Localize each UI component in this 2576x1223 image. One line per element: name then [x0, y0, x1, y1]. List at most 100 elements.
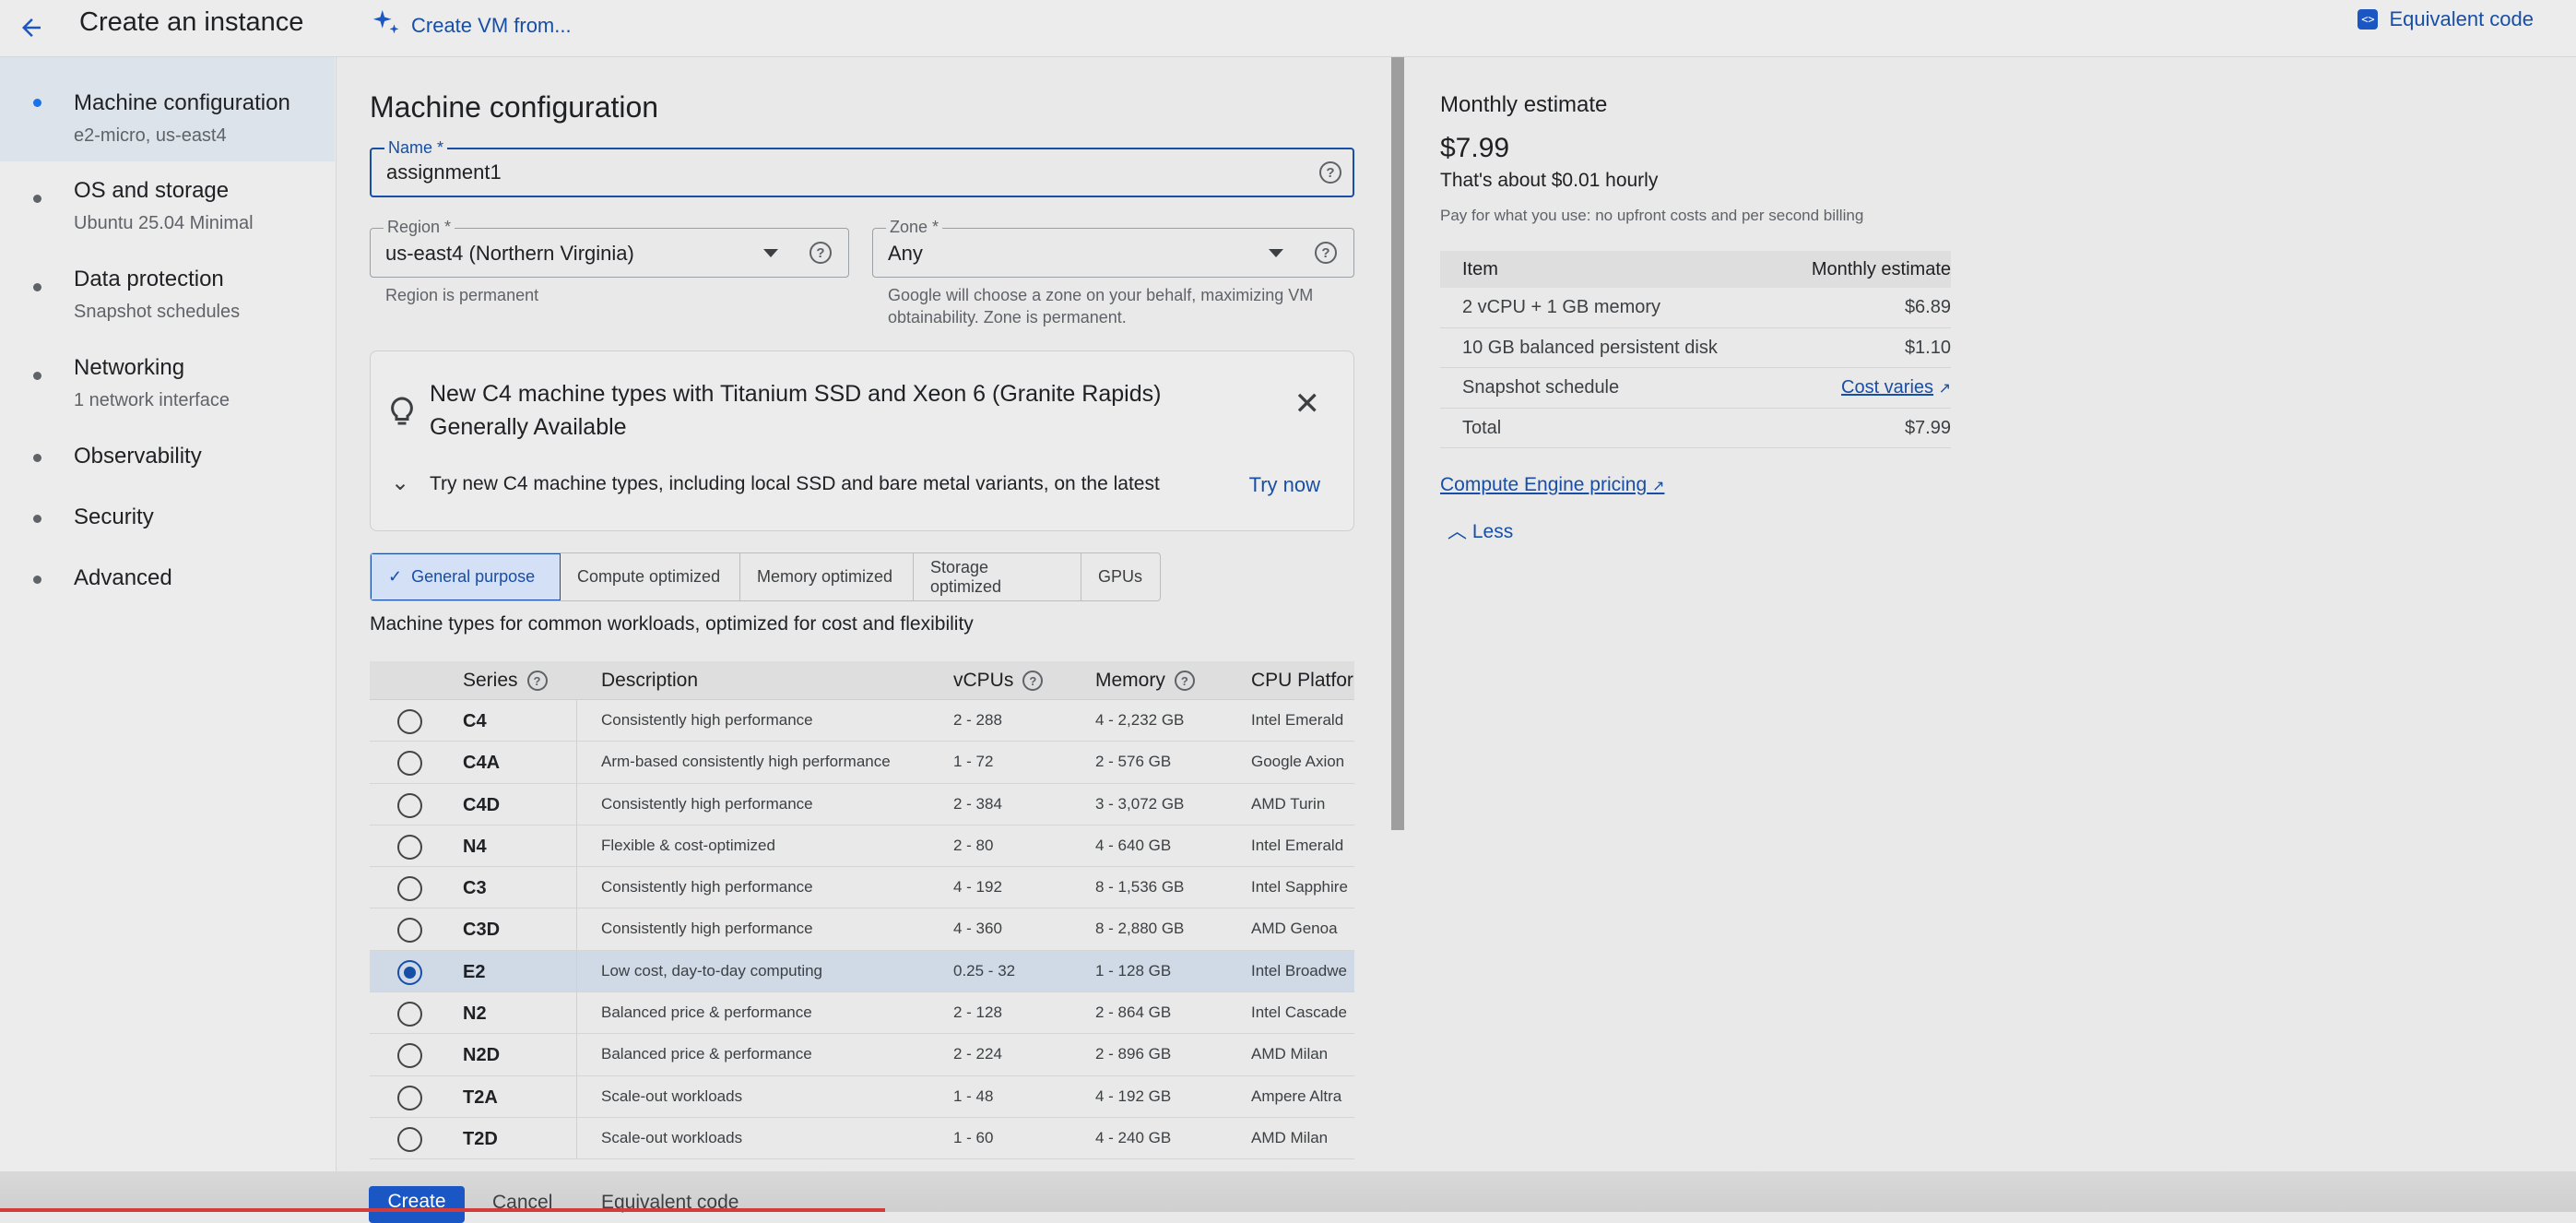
table-header: Series ? Description vCPUs ? Memory ? CP… [370, 661, 1354, 700]
series-radio[interactable] [397, 751, 422, 777]
cpu-platform-cell: Intel Broadwe [1251, 961, 1347, 980]
estimate-hourly: That's about $0.01 hourly [1440, 170, 1659, 191]
series-radio[interactable] [397, 709, 422, 734]
help-icon[interactable]: ? [1319, 161, 1341, 184]
tab-compute-optimized[interactable]: Compute optimized [561, 553, 740, 600]
memory-cell: 4 - 640 GB [1095, 836, 1172, 854]
table-row[interactable]: C4A Arm-based consistently high performan… [370, 742, 1354, 784]
name-field-label: Name * [384, 138, 448, 158]
help-icon[interactable]: ? [1022, 671, 1044, 691]
help-icon[interactable]: ? [809, 242, 832, 264]
sidebar-item-os-and-storage[interactable]: OS and storage Ubuntu 25.04 Minimal [0, 161, 335, 250]
sidebar-item-observability[interactable]: Observability [0, 427, 335, 488]
banner-title: New C4 machine types with Titanium SSD a… [430, 377, 1204, 444]
zone-select[interactable]: Zone * Any ? [872, 218, 1354, 278]
column-divider [576, 950, 577, 992]
close-icon[interactable]: ✕ [1294, 388, 1321, 420]
series-radio[interactable] [397, 792, 422, 818]
table-row[interactable]: C4D Consistently high performance 2 - 384 3… [370, 783, 1354, 825]
back-arrow-icon[interactable] [13, 9, 50, 46]
equivalent-code-label: Equivalent code [2389, 7, 2534, 30]
region-hint: Region is permanent [385, 286, 539, 304]
sidebar-item-label: Advanced [74, 565, 172, 590]
machine-family-tabs: ✓ General purpose Compute optimized Memo… [370, 552, 1161, 601]
table-row[interactable]: C4 Consistently high performance 2 - 288 4 … [370, 700, 1354, 742]
cpu-platform-cell: Google Axion [1251, 753, 1345, 771]
sidebar-item-label: Security [74, 505, 154, 529]
banner-title-line1: New C4 machine types with Titanium SSD a… [430, 381, 1162, 407]
estimate-row-item: 2 vCPU + 1 GB memory [1462, 297, 1661, 317]
sidebar-item-data-protection[interactable]: Data protection Snapshot schedules [0, 250, 335, 338]
tab-storage-optimized[interactable]: Storage optimized [914, 553, 1081, 600]
top-bar: Create an instance Create VM from... <> … [0, 0, 2576, 57]
table-row[interactable]: C3D Consistently high performance 4 - 360 8… [370, 908, 1354, 951]
nav-bullet-icon [33, 99, 41, 107]
column-divider [576, 1075, 577, 1117]
tab-general-purpose[interactable]: ✓ General purpose [371, 553, 561, 600]
lightbulb-icon [385, 394, 419, 435]
series-cell: C4A [463, 753, 501, 774]
tab-gpus[interactable]: GPUs [1081, 553, 1160, 600]
cpu-platform-cell: Intel Emerald [1251, 836, 1344, 854]
sidebar-item-networking[interactable]: Networking 1 network interface [0, 338, 335, 427]
description-cell: Balanced price & performance [601, 1045, 812, 1063]
tabs-description: Machine types for common workloads, opti… [370, 613, 974, 635]
table-row[interactable]: C3 Consistently high performance 4 - 192 8 … [370, 867, 1354, 909]
estimate-table-header: Item Monthly estimate [1440, 251, 1951, 288]
create-button[interactable]: Create [369, 1186, 465, 1223]
less-toggle[interactable]: ︿ Less [1448, 517, 1513, 544]
help-icon[interactable]: ? [1315, 242, 1337, 264]
cost-varies-link[interactable]: Cost varies ↗ [1841, 377, 1951, 398]
description-cell: Scale-out workloads [601, 1128, 743, 1146]
description-cell: Flexible & cost-optimized [601, 836, 775, 854]
name-field-value[interactable]: assignment1 [386, 160, 502, 184]
create-vm-from-button[interactable]: Create VM from... [371, 7, 572, 44]
table-row[interactable]: N2 Balanced price & performance 2 - 128 2 -… [370, 992, 1354, 1035]
estimate-row: Snapshot schedule Cost varies ↗ [1440, 368, 1951, 409]
try-now-link[interactable]: Try now [1249, 473, 1320, 497]
series-radio[interactable] [397, 918, 422, 944]
sparkle-icon [371, 7, 402, 44]
series-radio[interactable] [397, 834, 422, 860]
estimate-header-value: Monthly estimate [1811, 259, 1951, 279]
series-radio[interactable] [397, 1043, 422, 1069]
sidebar-item-machine-configuration[interactable]: Machine configuration e2-micro, us-east4 [0, 57, 335, 161]
equivalent-code-button[interactable]: <> Equivalent code [2357, 7, 2534, 31]
sidebar-item-sublabel: Ubuntu 25.04 Minimal [74, 213, 254, 233]
nav-bullet-icon [33, 515, 41, 523]
column-divider [576, 992, 577, 1034]
region-select[interactable]: Region * us-east4 (Northern Virginia) ? [370, 218, 849, 278]
table-row[interactable]: T2A Scale-out workloads 1 - 48 4 - 192 GB Am… [370, 1075, 1354, 1118]
table-row[interactable]: N2D Balanced price & performance 2 - 224 2 … [370, 1034, 1354, 1076]
sidebar-item-advanced[interactable]: Advanced [0, 549, 335, 610]
compute-engine-pricing-link[interactable]: Compute Engine pricing ↗ [1440, 474, 1664, 496]
series-radio[interactable] [397, 1002, 422, 1027]
table-row[interactable]: T2D Scale-out workloads 1 - 60 4 - 240 GB AM… [370, 1117, 1354, 1160]
memory-cell: 8 - 2,880 GB [1095, 920, 1185, 938]
sidebar: Machine configuration e2-micro, us-east4… [0, 57, 337, 1212]
sidebar-item-security[interactable]: Security [0, 488, 335, 549]
name-field[interactable]: Name * assignment1 ? [370, 138, 1354, 197]
column-divider [576, 742, 577, 783]
help-icon[interactable]: ? [526, 671, 548, 691]
chevron-up-icon: ︿ [1448, 521, 1467, 542]
scrollbar[interactable] [1391, 57, 1404, 830]
description-cell: Arm-based consistently high performance [601, 753, 891, 771]
tab-memory-optimized[interactable]: Memory optimized [740, 553, 914, 600]
help-icon[interactable]: ? [1174, 671, 1195, 691]
series-radio[interactable] [397, 876, 422, 902]
series-cell: N2D [463, 1045, 501, 1066]
description-cell: Consistently high performance [601, 920, 813, 938]
memory-cell: 4 - 192 GB [1095, 1086, 1172, 1105]
series-radio[interactable] [397, 1085, 422, 1110]
check-icon: ✓ [388, 567, 403, 586]
announcement-banner: New C4 machine types with Titanium SSD a… [370, 350, 1354, 531]
estimate-title: Monthly estimate [1440, 92, 1608, 117]
description-cell: Low cost, day-to-day computing [601, 961, 823, 980]
chevron-down-icon[interactable]: ⌄ [391, 469, 409, 496]
series-radio[interactable] [397, 959, 422, 985]
table-row[interactable]: E2 Low cost, day-to-day computing 0.25 - 3… [370, 950, 1354, 993]
section-heading: Machine configuration [370, 90, 659, 124]
table-row[interactable]: N4 Flexible & cost-optimized 2 - 80 4 - 640… [370, 825, 1354, 868]
series-radio[interactable] [397, 1126, 422, 1152]
